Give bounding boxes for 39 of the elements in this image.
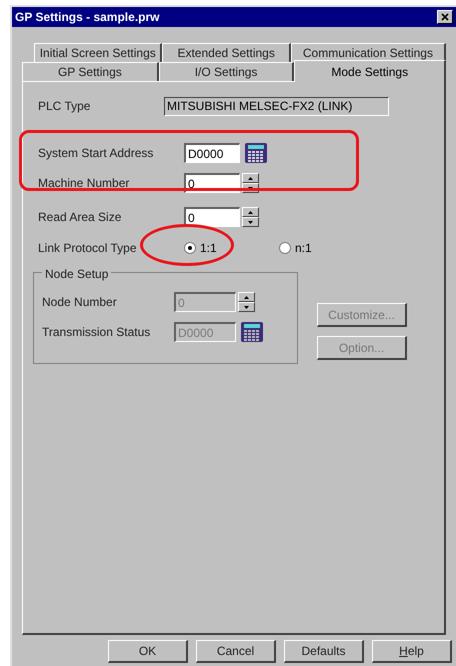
down-arrow-icon: [248, 186, 253, 190]
spin-button[interactable]: [242, 217, 259, 227]
number-field[interactable]: 0: [184, 207, 240, 227]
radio-icon[interactable]: [184, 242, 196, 254]
tab[interactable]: Mode Settings: [294, 60, 446, 82]
close-icon: [441, 13, 449, 21]
field-label: System Start Address: [38, 145, 154, 162]
calculator-icon[interactable]: [244, 142, 268, 164]
tab[interactable]: I/O Settings: [158, 62, 294, 81]
field-label: Transmission Status: [42, 324, 152, 341]
spin-button[interactable]: [238, 292, 255, 302]
address-field[interactable]: D0000: [184, 143, 240, 163]
window-title: GP Settings - sample.prw: [15, 9, 160, 26]
up-arrow-icon: [248, 176, 253, 180]
down-arrow-icon: [244, 306, 249, 308]
dialog-button[interactable]: OK: [108, 640, 188, 663]
field-label: Machine Number: [38, 175, 130, 192]
field-label: Node Number: [42, 294, 118, 311]
field-label: Read Area Size: [38, 209, 122, 226]
spin-button[interactable]: [242, 207, 259, 217]
calculator-icon[interactable]: [240, 321, 264, 343]
dialog-button[interactable]: Defaults: [284, 640, 364, 663]
radio-button[interactable]: n:1: [279, 239, 312, 257]
field-label: Link Protocol Type: [38, 240, 138, 257]
tab[interactable]: Extended Settings: [162, 43, 291, 62]
up-arrow-icon: [248, 210, 253, 214]
up-arrow-icon: [244, 296, 249, 298]
close-button[interactable]: [437, 10, 453, 24]
field-label: PLC Type: [38, 98, 92, 115]
radio-icon[interactable]: [279, 242, 291, 254]
tab[interactable]: Initial Screen Settings: [34, 43, 162, 62]
dialog-button[interactable]: Help: [372, 640, 452, 663]
tab[interactable]: GP Settings: [22, 62, 159, 81]
down-arrow-icon: [248, 220, 253, 224]
spin-button[interactable]: [238, 302, 255, 312]
spin-button[interactable]: [242, 173, 259, 183]
radio-button[interactable]: 1:1: [184, 239, 279, 257]
plc-type-field: MITSUBISHI MELSEC-FX2 (LINK): [164, 96, 389, 116]
dialog-button[interactable]: Cancel: [196, 640, 276, 663]
